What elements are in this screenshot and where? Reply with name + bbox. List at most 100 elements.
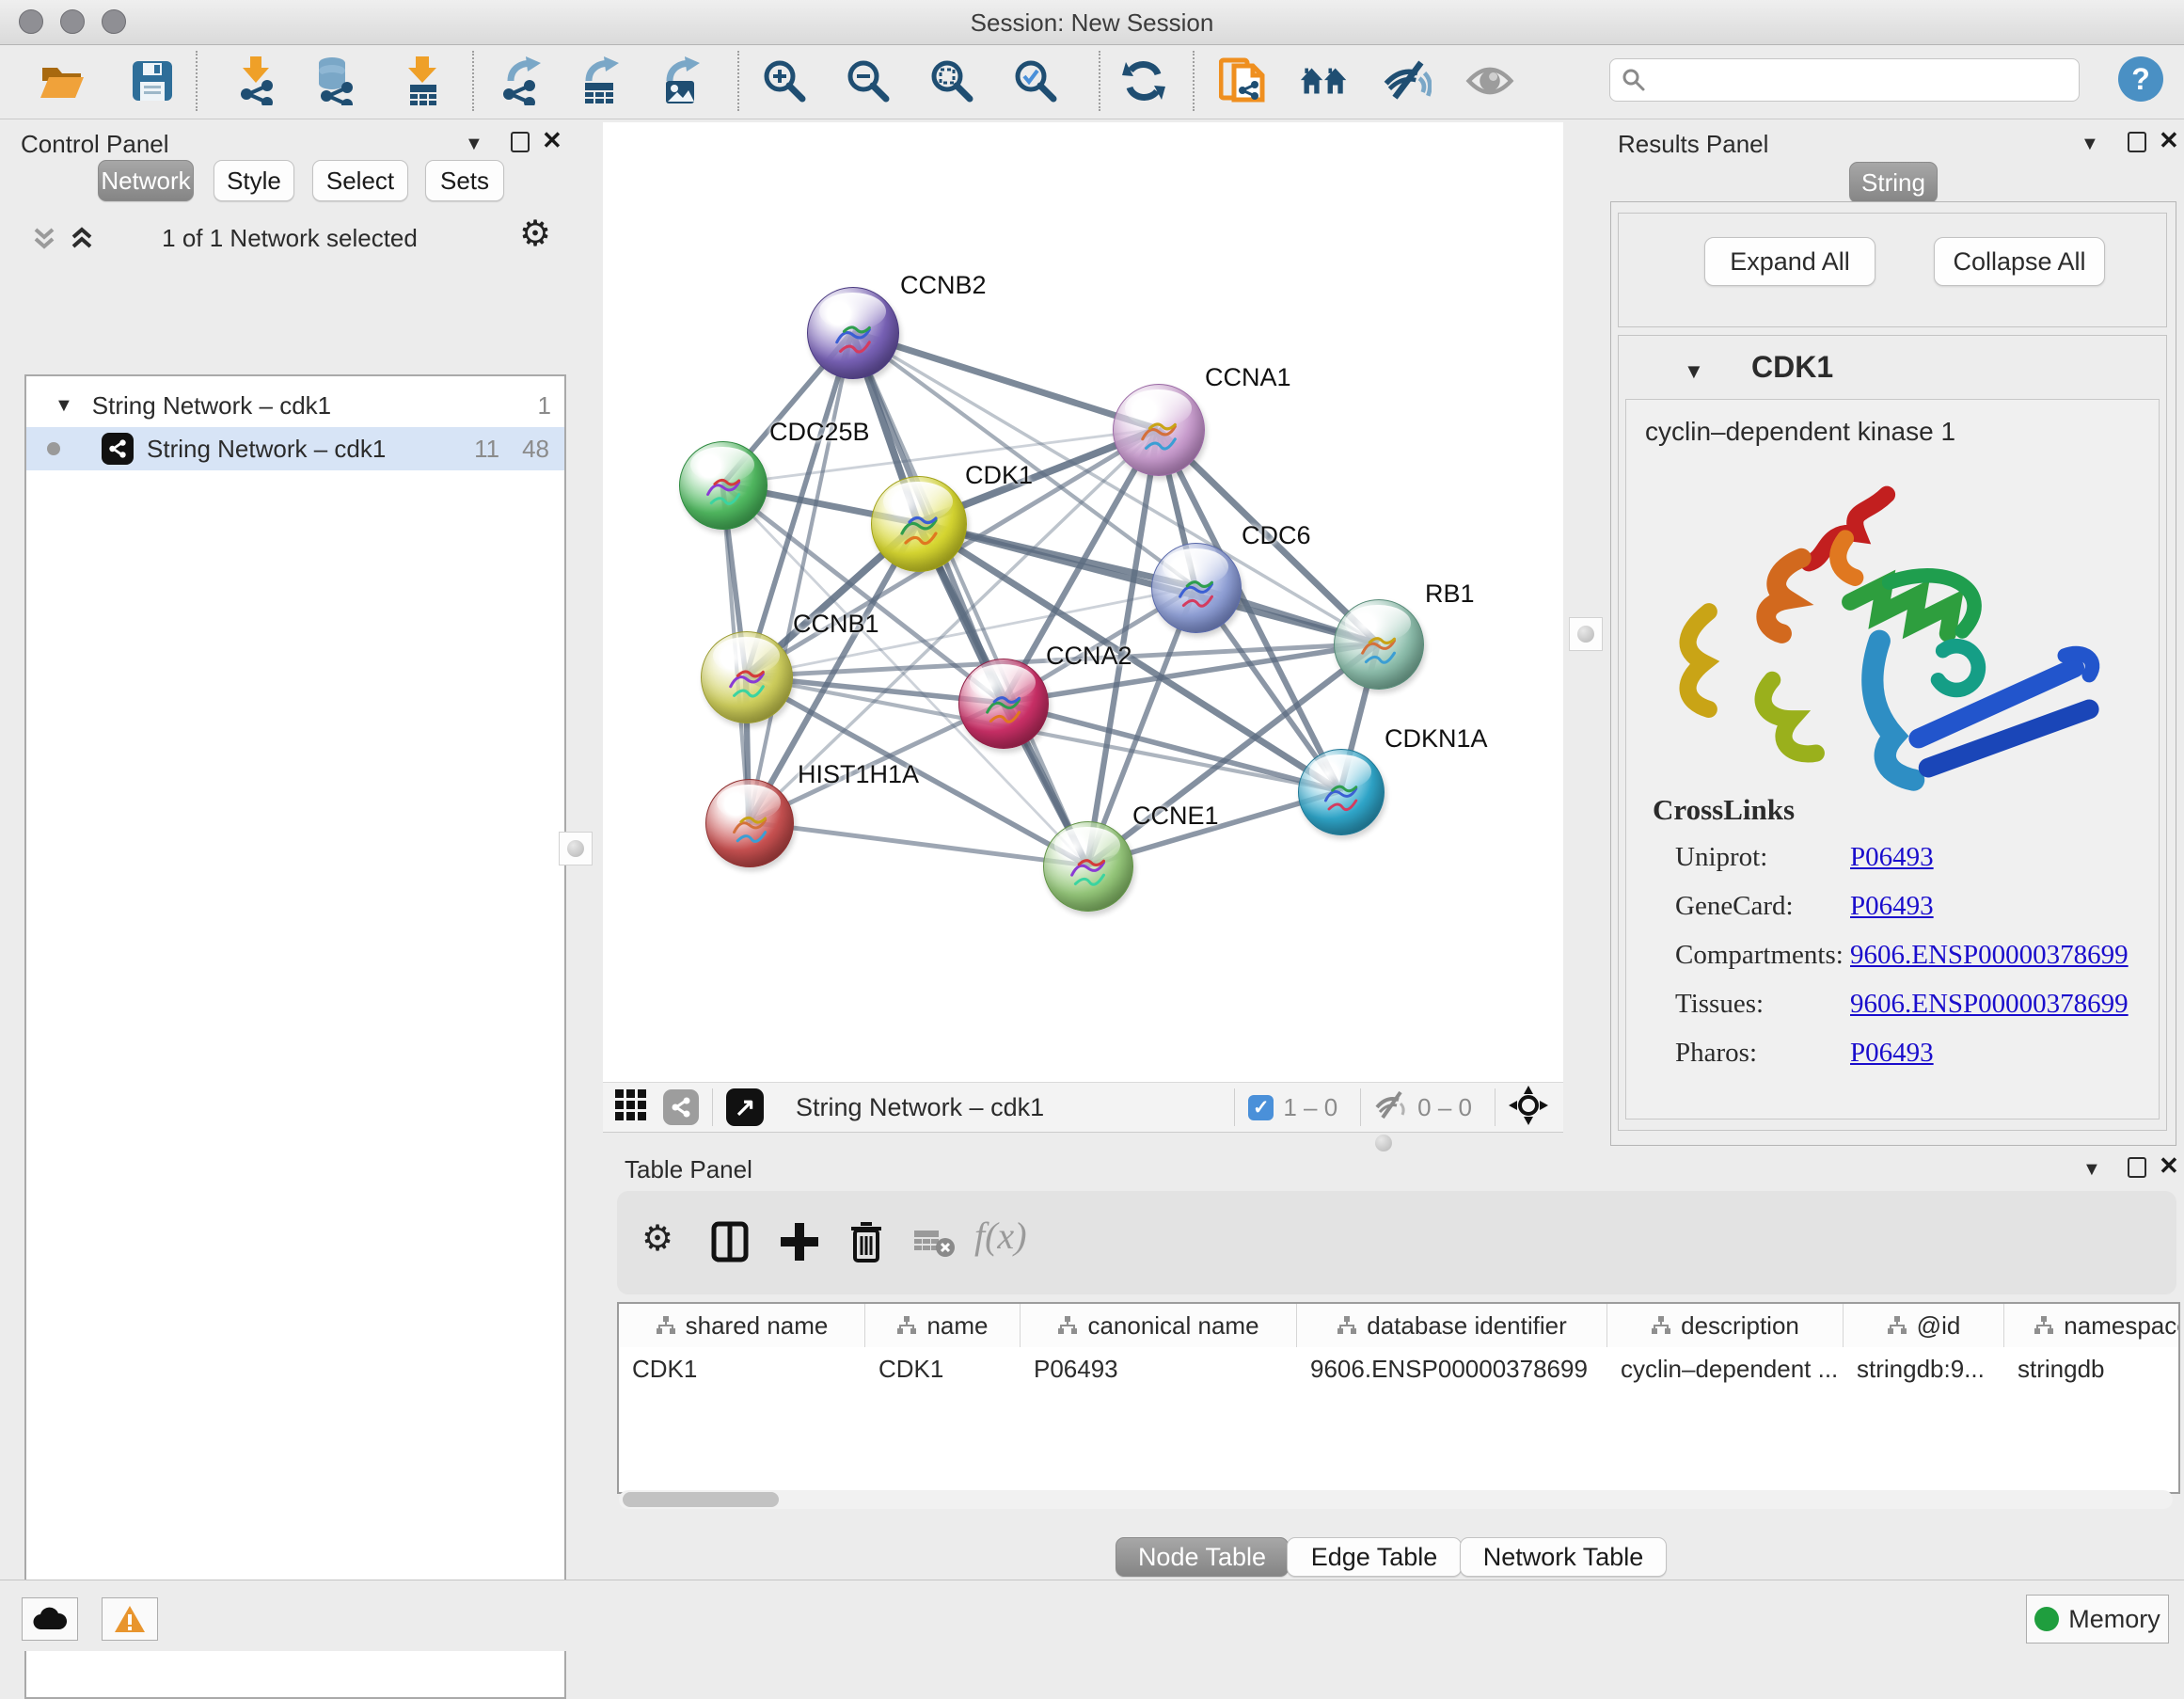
zoom-selected-icon[interactable] — [1011, 55, 1060, 107]
birdseye-grid-icon[interactable] — [614, 1088, 648, 1127]
tree-expander-icon[interactable]: ▼ — [55, 395, 73, 417]
edge-CCNB2-HIST1H1A[interactable] — [749, 332, 852, 822]
zoom-out-icon[interactable] — [844, 55, 893, 107]
delete-column-trash-icon[interactable] — [848, 1219, 884, 1267]
table-hscrollbar-handle[interactable] — [623, 1492, 779, 1507]
table-cell[interactable]: P06493 — [1021, 1347, 1297, 1390]
network-node-CDC6[interactable] — [1151, 543, 1242, 633]
export-image-icon[interactable] — [657, 55, 705, 107]
edge-CCNB2-CCNA1[interactable] — [852, 332, 1158, 429]
table-cell[interactable]: CDK1 — [865, 1347, 1021, 1390]
expand-all-button[interactable]: Expand All — [1704, 237, 1875, 286]
network-node-CCNA2[interactable] — [958, 659, 1049, 749]
network-options-gear-icon[interactable]: ⚙ — [519, 216, 551, 252]
collapse-all-chevrons-icon[interactable] — [30, 224, 58, 257]
control-panel-close-icon[interactable]: ✕ — [542, 126, 562, 155]
export-network-icon[interactable] — [497, 55, 546, 107]
selected-checkbox-icon[interactable]: ✓ — [1248, 1095, 1274, 1120]
table-cell[interactable]: 9606.ENSP00000378699 — [1297, 1347, 1607, 1390]
results-panel-close-icon[interactable]: ✕ — [2159, 126, 2179, 155]
search-input[interactable] — [1646, 66, 2045, 94]
table-cell[interactable]: stringdb:9... — [1844, 1347, 2004, 1390]
save-session-icon[interactable] — [128, 55, 177, 107]
network-node-HIST1H1A[interactable] — [705, 779, 794, 867]
edge-HIST1H1A-CCNE1[interactable] — [749, 822, 1087, 865]
table-cell[interactable]: CDK1 — [619, 1347, 865, 1390]
tab-sets[interactable]: Sets — [425, 160, 504, 201]
table-panel-collapse-icon[interactable]: ▼ — [2082, 1159, 2101, 1181]
tab-network-table[interactable]: Network Table — [1460, 1537, 1667, 1577]
open-session-icon[interactable] — [38, 55, 87, 107]
table-cell[interactable]: cyclin–dependent ... — [1607, 1347, 1844, 1390]
left-divider-handle[interactable] — [559, 832, 593, 865]
export-table-icon[interactable] — [576, 55, 625, 107]
network-node-CCNA1[interactable] — [1113, 384, 1205, 476]
network-current-dot-icon — [47, 442, 60, 455]
crosslink-value-link[interactable]: 9606.ENSP00000378699 — [1850, 989, 2129, 1020]
control-panel-collapse-icon[interactable]: ▼ — [465, 134, 483, 155]
zoom-fit-icon[interactable] — [927, 55, 976, 107]
search-box[interactable] — [1609, 58, 2080, 102]
hide-selected-eye-slash-icon[interactable] — [1383, 55, 1432, 107]
expand-all-chevrons-icon[interactable] — [68, 224, 96, 257]
tab-network[interactable]: Network — [98, 160, 194, 201]
import-network-file-icon[interactable] — [231, 55, 280, 107]
show-columns-icon[interactable] — [711, 1221, 749, 1267]
gene-section-expander-icon[interactable]: ▼ — [1684, 359, 1704, 384]
tab-edge-table[interactable]: Edge Table — [1287, 1537, 1462, 1577]
network-share-icon[interactable] — [663, 1089, 699, 1125]
show-all-eye-icon[interactable] — [1465, 55, 1514, 107]
refresh-layout-icon[interactable] — [1119, 55, 1168, 107]
table-hscrollbar-track[interactable] — [619, 1490, 2173, 1509]
network-node-CCNE1[interactable] — [1043, 821, 1133, 912]
network-node-RB1[interactable] — [1334, 599, 1424, 690]
import-network-database-icon[interactable] — [309, 55, 357, 107]
table-panel-float-icon[interactable] — [2128, 1157, 2146, 1178]
import-table-file-icon[interactable] — [399, 55, 448, 107]
control-panel-float-icon[interactable] — [511, 132, 530, 152]
clear-table-icon[interactable] — [914, 1229, 956, 1263]
tab-style[interactable]: Style — [214, 160, 294, 201]
crosslink-value-link[interactable]: P06493 — [1850, 842, 1934, 873]
crosslink-value-link[interactable]: P06493 — [1850, 891, 1934, 922]
column-header-namespace[interactable]: namespace — [2004, 1304, 2180, 1347]
tab-node-table[interactable]: Node Table — [1116, 1537, 1289, 1577]
right-divider-handle[interactable] — [1569, 617, 1603, 651]
memory-button[interactable]: Memory — [2026, 1595, 2169, 1643]
crosslink-value-link[interactable]: P06493 — [1850, 1038, 1934, 1069]
function-builder-icon[interactable]: f(x) — [974, 1214, 1027, 1258]
network-node-CCNB1[interactable] — [701, 631, 793, 723]
node-table[interactable]: shared nameCDK1nameCDK1canonical nameP06… — [617, 1302, 2180, 1494]
add-column-plus-icon[interactable] — [781, 1221, 818, 1267]
tab-select[interactable]: Select — [312, 160, 408, 201]
new-network-from-selection-icon[interactable] — [1219, 55, 1268, 107]
results-panel-float-icon[interactable] — [2128, 132, 2146, 152]
zoom-in-icon[interactable] — [760, 55, 809, 107]
houses-icon[interactable] — [1300, 55, 1349, 107]
column-header-databaseidentifier[interactable]: database identifier — [1297, 1304, 1607, 1347]
network-node-CDC25B[interactable] — [679, 441, 768, 530]
network-node-CCNB2[interactable] — [807, 287, 899, 379]
open-in-new-window-icon[interactable]: ↗ — [726, 1088, 764, 1126]
fit-content-crosshair-icon[interactable] — [1509, 1086, 1548, 1130]
network-tree-root-row[interactable]: ▼ String Network – cdk1 1 — [26, 384, 564, 427]
tab-string[interactable]: String — [1849, 162, 1938, 203]
column-header-description[interactable]: description — [1607, 1304, 1844, 1347]
column-header-name[interactable]: name — [865, 1304, 1021, 1347]
table-settings-gear-icon[interactable]: ⚙ — [641, 1221, 673, 1257]
cloud-button[interactable] — [22, 1597, 78, 1641]
table-cell[interactable]: stringdb — [2004, 1347, 2180, 1390]
column-header-id[interactable]: @id — [1844, 1304, 2004, 1347]
column-header-sharedname[interactable]: shared name — [619, 1304, 865, 1347]
warnings-button[interactable] — [102, 1597, 158, 1641]
crosslink-value-link[interactable]: 9606.ENSP00000378699 — [1850, 940, 2129, 971]
network-node-CDK1[interactable] — [871, 476, 967, 572]
results-panel-collapse-icon[interactable]: ▼ — [2081, 134, 2099, 155]
table-panel-close-icon[interactable]: ✕ — [2159, 1151, 2179, 1181]
collapse-all-button[interactable]: Collapse All — [1934, 237, 2105, 286]
network-tree-child-row[interactable]: String Network – cdk1 11 48 — [26, 427, 564, 470]
help-icon[interactable]: ? — [2118, 56, 2163, 102]
column-header-canonicalname[interactable]: canonical name — [1021, 1304, 1297, 1347]
network-view-canvas[interactable]: CCNB2 CCNA1 CDC25B CDK1 — [603, 122, 1563, 1082]
network-node-CDKN1A[interactable] — [1298, 749, 1385, 835]
